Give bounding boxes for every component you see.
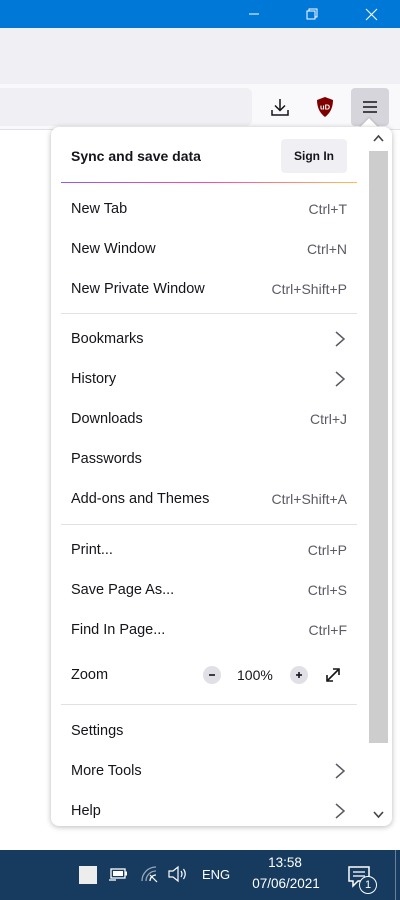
url-bar[interactable]	[0, 88, 252, 126]
menu-item-label: New Private Window	[71, 281, 205, 297]
zoom-reset-button[interactable]: 100%	[237, 667, 273, 683]
menu-item-bookmarks[interactable]: Bookmarks	[51, 319, 366, 359]
zoom-out-button[interactable]	[203, 666, 221, 684]
download-icon	[271, 99, 289, 116]
chevron-right-icon	[335, 371, 346, 387]
menu-item-zoom: Zoom 100%	[51, 655, 366, 695]
clock-time[interactable]: 13:58	[265, 855, 305, 870]
menu-item-new-window[interactable]: New Window Ctrl+N	[51, 229, 366, 269]
menu-item-label: Save Page As...	[71, 582, 175, 598]
restore-icon	[306, 8, 318, 20]
menu-item-passwords[interactable]: Passwords	[51, 439, 366, 479]
hamburger-menu-icon	[363, 101, 377, 113]
downloads-button[interactable]	[261, 88, 299, 126]
scrollbar-thumb[interactable]	[369, 151, 388, 743]
menu-item-save-page-as[interactable]: Save Page As... Ctrl+S	[51, 570, 366, 610]
menu-item-help[interactable]: Help	[51, 791, 366, 826]
tray-app-icon[interactable]	[79, 866, 97, 884]
scroll-down-arrow-icon[interactable]	[372, 810, 385, 820]
chevron-right-icon	[335, 803, 346, 819]
clock-date[interactable]: 07/06/2021	[246, 876, 326, 891]
ublock-badge-text: uD	[320, 103, 331, 112]
menu-item-label: Downloads	[71, 411, 143, 427]
menu-item-label: Settings	[71, 723, 124, 739]
menu-item-new-private-window[interactable]: New Private Window Ctrl+Shift+P	[51, 269, 366, 309]
sync-header: Sync and save data Sign In	[51, 127, 366, 182]
menu-item-shortcut: Ctrl+Shift+A	[271, 491, 347, 507]
sync-label: Sync and save data	[71, 148, 201, 164]
menu-item-more-tools[interactable]: More Tools	[51, 751, 366, 791]
sync-divider	[61, 182, 357, 183]
menu-item-new-tab[interactable]: New Tab Ctrl+T	[51, 189, 366, 229]
battery-power-icon[interactable]	[108, 864, 130, 884]
menu-item-label: Add-ons and Themes	[71, 491, 210, 507]
minimize-button[interactable]	[225, 0, 283, 28]
menu-item-history[interactable]: History	[51, 359, 366, 399]
menu-separator	[61, 313, 357, 314]
menu-item-label: History	[71, 371, 117, 387]
menu-item-shortcut: Ctrl+F	[308, 622, 348, 638]
minimize-icon	[249, 13, 259, 15]
windows-taskbar: ENG 13:58 07/06/2021	[0, 850, 400, 900]
menu-item-shortcut: Ctrl+Shift+P	[271, 281, 347, 297]
menu-item-label: Zoom	[71, 667, 109, 683]
menu-item-settings[interactable]: Settings	[51, 711, 366, 751]
menu-item-label: Help	[71, 803, 101, 819]
menu-item-label: Find In Page...	[71, 622, 166, 638]
ublock-origin-icon: uD	[317, 97, 333, 117]
chevron-right-icon	[335, 331, 346, 347]
minus-icon	[209, 674, 215, 676]
wifi-icon[interactable]	[139, 864, 161, 884]
menu-separator	[61, 704, 357, 705]
menu-item-shortcut: Ctrl+N	[306, 241, 347, 257]
menu-separator	[61, 524, 357, 525]
plus-icon	[296, 672, 302, 678]
menu-item-shortcut: Ctrl+J	[310, 411, 347, 427]
volume-icon[interactable]	[167, 864, 189, 884]
menu-item-label: New Tab	[71, 201, 128, 217]
zoom-in-button[interactable]	[290, 666, 308, 684]
close-button[interactable]	[342, 0, 400, 28]
restore-button[interactable]	[283, 0, 341, 28]
tab-strip	[0, 28, 400, 84]
window-titlebar	[0, 0, 400, 28]
menu-item-downloads[interactable]: Downloads Ctrl+J	[51, 399, 366, 439]
navigation-toolbar: uD	[0, 84, 400, 130]
input-language-indicator[interactable]: ENG	[202, 867, 230, 882]
notification-count-badge: 1	[359, 876, 377, 894]
menu-item-label: New Window	[71, 241, 156, 257]
menu-item-label: Bookmarks	[71, 331, 144, 347]
menu-item-find-in-page[interactable]: Find In Page... Ctrl+F	[51, 610, 366, 650]
menu-item-print[interactable]: Print... Ctrl+P	[51, 530, 366, 570]
menu-item-shortcut: Ctrl+P	[307, 542, 347, 558]
menu-item-label: More Tools	[71, 763, 142, 779]
sign-in-button[interactable]: Sign In	[281, 139, 347, 173]
menu-item-shortcut: Ctrl+S	[307, 582, 347, 598]
panel-scrollbar[interactable]	[367, 127, 390, 826]
menu-item-addons-themes[interactable]: Add-ons and Themes Ctrl+Shift+A	[51, 479, 366, 519]
ublock-origin-button[interactable]: uD	[306, 88, 344, 126]
close-icon	[365, 8, 377, 20]
fullscreen-icon[interactable]	[323, 665, 343, 685]
app-menu-panel: Sync and save data Sign In New Tab Ctrl+…	[51, 127, 392, 826]
scroll-up-arrow-icon[interactable]	[372, 133, 385, 143]
menu-item-label: Print...	[71, 542, 113, 558]
menu-item-label: Passwords	[71, 451, 142, 467]
show-desktop-button[interactable]	[395, 850, 400, 900]
chevron-right-icon	[335, 763, 346, 779]
menu-item-shortcut: Ctrl+T	[308, 201, 348, 217]
